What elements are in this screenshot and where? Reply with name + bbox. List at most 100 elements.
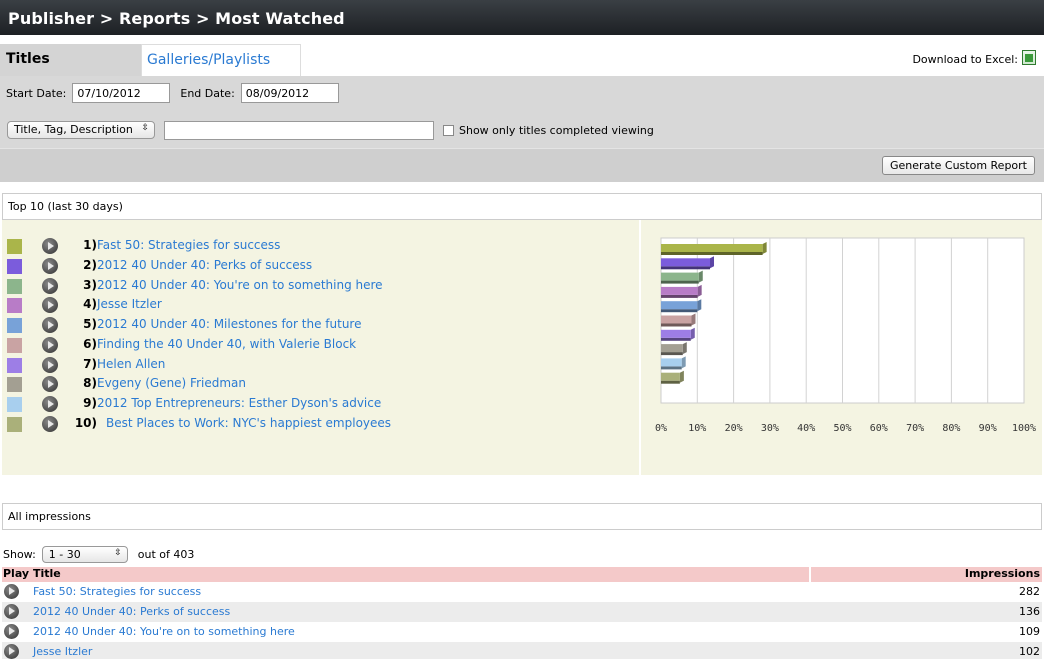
row-title-link[interactable]: 2012 40 Under 40: You're on to something…: [33, 625, 295, 638]
all-impressions-heading: All impressions: [2, 503, 1042, 530]
chart-bar-shadow: [661, 309, 698, 313]
title-link[interactable]: Fast 50: Strategies for success: [97, 238, 280, 252]
play-icon[interactable]: [42, 257, 58, 274]
table-row: 2012 40 Under 40: Perks of success 136: [2, 602, 1042, 622]
play-icon[interactable]: [42, 297, 58, 314]
chart-bar-shadow: [661, 366, 682, 370]
top10-item: 8) Evgeny (Gene) Friedman: [2, 375, 641, 395]
search-field-select[interactable]: Title, Tag, Description ⇳: [7, 121, 155, 139]
generate-custom-report-button[interactable]: Generate Custom Report: [882, 156, 1035, 175]
legend-swatch: [7, 298, 22, 314]
legend-swatch: [7, 377, 22, 393]
chart-bar-side: [762, 242, 767, 254]
chart-tick-label: 60%: [870, 423, 888, 434]
column-header-play[interactable]: Play: [2, 567, 30, 582]
legend-swatch: [7, 416, 22, 432]
chart-tick-label: 70%: [906, 423, 924, 434]
play-icon[interactable]: [4, 624, 19, 639]
play-icon[interactable]: [4, 604, 19, 619]
end-date-input[interactable]: [240, 83, 339, 103]
search-input[interactable]: [164, 120, 434, 140]
search-field-select-value: Title, Tag, Description: [14, 123, 133, 136]
chart-bar: [661, 301, 698, 310]
chart-bar-side: [679, 370, 684, 383]
chart-bar-shadow: [661, 380, 680, 384]
title-link[interactable]: 2012 Top Entrepreneurs: Esther Dyson's a…: [97, 396, 381, 410]
chart-tick-label: 100%: [1012, 423, 1036, 434]
rank-number: 6): [83, 336, 97, 351]
chart-bar-shadow: [661, 323, 692, 327]
page-range-value: 1 - 30: [48, 547, 81, 561]
top10-panel: 1) Fast 50: Strategies for success 2) 2012 …: [2, 220, 1042, 475]
chart-bar: [661, 286, 698, 295]
play-icon[interactable]: [42, 356, 58, 373]
play-icon[interactable]: [42, 376, 58, 393]
top10-item: 3) 2012 40 Under 40: You're on to somethi…: [2, 277, 641, 297]
download-excel[interactable]: Download to Excel:: [912, 50, 1036, 67]
tab-galleries-playlists[interactable]: Galleries/Playlists: [141, 44, 301, 76]
chart-bar-side: [682, 342, 687, 355]
row-title-link[interactable]: 2012 40 Under 40: Perks of success: [33, 605, 230, 618]
rank-number: 10): [74, 415, 97, 430]
chart-tick-label: 50%: [833, 423, 851, 434]
rank-number: 5): [83, 317, 97, 331]
page-range-select[interactable]: 1 - 30 ⇳: [41, 545, 128, 563]
legend-swatch: [7, 357, 22, 373]
top10-bar-chart: 0% 10% 20% 30% 40% 50% 60% 70% 80% 90% 100%: [655, 237, 1036, 434]
tab-titles[interactable]: Titles: [0, 44, 141, 76]
rank-number: 1): [83, 238, 97, 252]
row-impressions: 282: [1019, 585, 1040, 598]
row-impressions: 102: [1019, 645, 1040, 658]
title-link[interactable]: Best Places to Work: NYC's happiest empl…: [106, 416, 391, 430]
top10-item: 1) Fast 50: Strategies for success: [2, 237, 641, 257]
row-title-link[interactable]: Jesse Itzler: [33, 645, 92, 658]
total-count: out of 403: [137, 547, 195, 561]
rank-number: 7): [83, 356, 97, 371]
chart-bar: [661, 344, 683, 353]
chart-bar-side: [690, 327, 695, 340]
top10-item: 5) 2012 40 Under 40: Milestones for the f…: [2, 316, 641, 336]
title-link[interactable]: 2012 40 Under 40: You're on to something…: [97, 278, 383, 292]
play-icon[interactable]: [42, 396, 58, 412]
chart-bar: [661, 329, 691, 338]
play-icon[interactable]: [4, 644, 19, 659]
play-icon[interactable]: [42, 336, 58, 353]
play-icon[interactable]: [42, 415, 58, 432]
row-title-link[interactable]: Fast 50: Strategies for success: [33, 585, 201, 598]
legend-swatch: [7, 337, 22, 353]
chart-tick-label: 20%: [725, 423, 743, 434]
column-header-impressions[interactable]: Impressions: [811, 567, 1042, 582]
title-link[interactable]: 2012 40 Under 40: Perks of success: [97, 258, 312, 272]
chart-bar-shadow: [661, 280, 699, 284]
legend-swatch: [7, 397, 22, 412]
top10-item: 2) 2012 40 Under 40: Perks of success: [2, 257, 641, 277]
table-row: Fast 50: Strategies for success 282: [2, 582, 1042, 602]
title-link[interactable]: Evgeny (Gene) Friedman: [97, 376, 246, 390]
top10-item: 7) Helen Allen: [2, 356, 641, 376]
chart-tick-label: 80%: [942, 423, 960, 434]
play-icon[interactable]: [42, 317, 58, 333]
chart-bar-shadow: [661, 252, 763, 255]
chart-bar: [661, 258, 711, 267]
completed-viewing-checkbox[interactable]: [443, 124, 454, 136]
title-link[interactable]: Helen Allen: [97, 357, 165, 371]
show-label: Show:: [3, 547, 36, 561]
title-link[interactable]: Finding the 40 Under 40, with Valerie Bl…: [97, 337, 356, 351]
chart-tick-label: 10%: [688, 423, 706, 434]
pagination-row: Show: 1 - 30 ⇳ out of 403: [3, 545, 194, 563]
row-impressions: 109: [1019, 625, 1040, 638]
excel-icon[interactable]: [1022, 50, 1036, 65]
page-title: Publisher > Reports > Most Watched: [0, 0, 1044, 35]
title-link[interactable]: 2012 40 Under 40: Milestones for the fut…: [97, 317, 361, 331]
play-icon[interactable]: [42, 277, 58, 294]
title-link[interactable]: Jesse Itzler: [97, 297, 162, 311]
play-icon[interactable]: [4, 584, 19, 599]
filter-panel: Start Date: End Date: Title, Tag, Descri…: [0, 76, 1044, 182]
table-row: 2012 40 Under 40: You're on to something…: [2, 622, 1042, 642]
table-header: Play Title Impressions: [2, 567, 1042, 582]
column-header-title[interactable]: Title: [30, 567, 809, 582]
start-date-input[interactable]: [72, 83, 171, 103]
top10-item: 9) 2012 Top Entrepreneurs: Esther Dyson's…: [2, 395, 641, 415]
chart-bar: [661, 358, 682, 367]
play-icon[interactable]: [42, 238, 58, 254]
